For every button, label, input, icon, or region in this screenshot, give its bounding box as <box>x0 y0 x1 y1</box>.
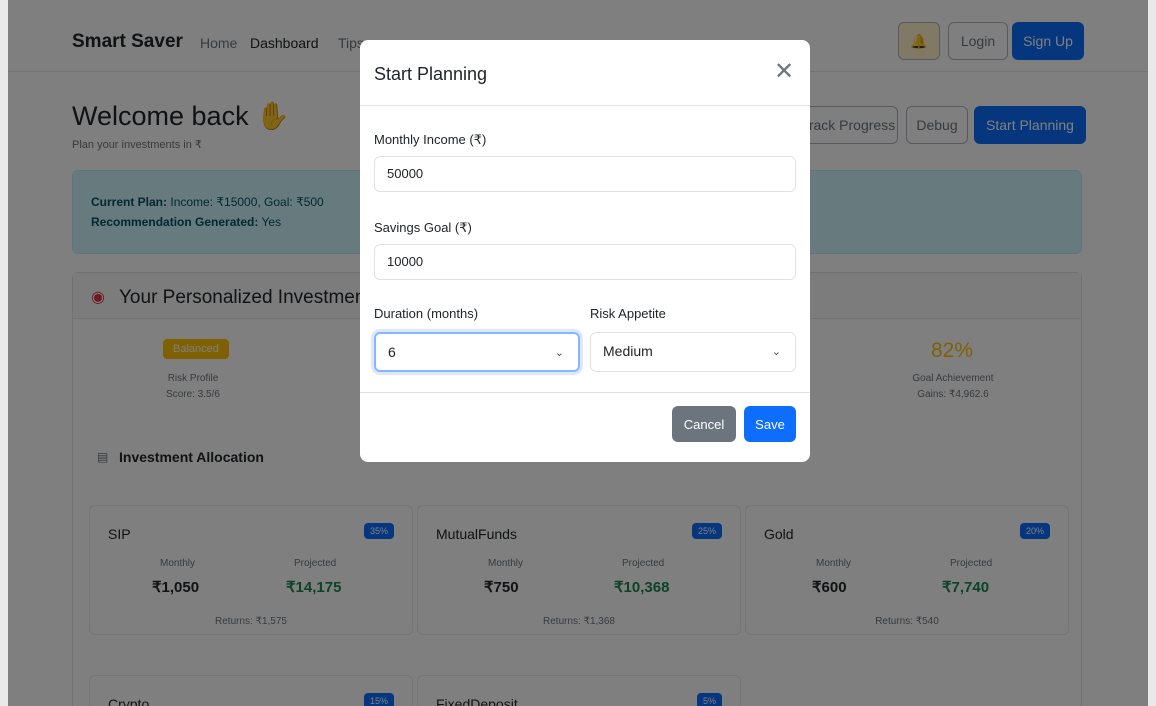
duration-select[interactable]: 6 ⌄ <box>374 332 580 372</box>
savings-goal-input[interactable]: 10000 <box>374 244 796 280</box>
chevron-down-icon: ⌄ <box>554 347 564 359</box>
cancel-button[interactable]: Cancel <box>672 406 736 442</box>
close-icon[interactable]: ✕ <box>772 60 796 84</box>
start-planning-modal: Start Planning ✕ Monthly Income (₹) 5000… <box>360 40 810 462</box>
risk-appetite-label: Risk Appetite <box>590 306 666 321</box>
savings-goal-label: Savings Goal (₹) <box>374 220 472 235</box>
modal-footer-divider <box>360 392 810 393</box>
income-label: Monthly Income (₹) <box>374 132 487 147</box>
modal-header: Start Planning ✕ <box>360 40 810 106</box>
income-input[interactable]: 50000 <box>374 156 796 192</box>
modal-title: Start Planning <box>374 64 488 84</box>
chevron-down-icon: ⌄ <box>771 346 781 358</box>
save-button[interactable]: Save <box>744 406 796 442</box>
risk-appetite-select[interactable]: Medium ⌄ <box>590 332 796 372</box>
duration-label: Duration (months) <box>374 306 479 321</box>
